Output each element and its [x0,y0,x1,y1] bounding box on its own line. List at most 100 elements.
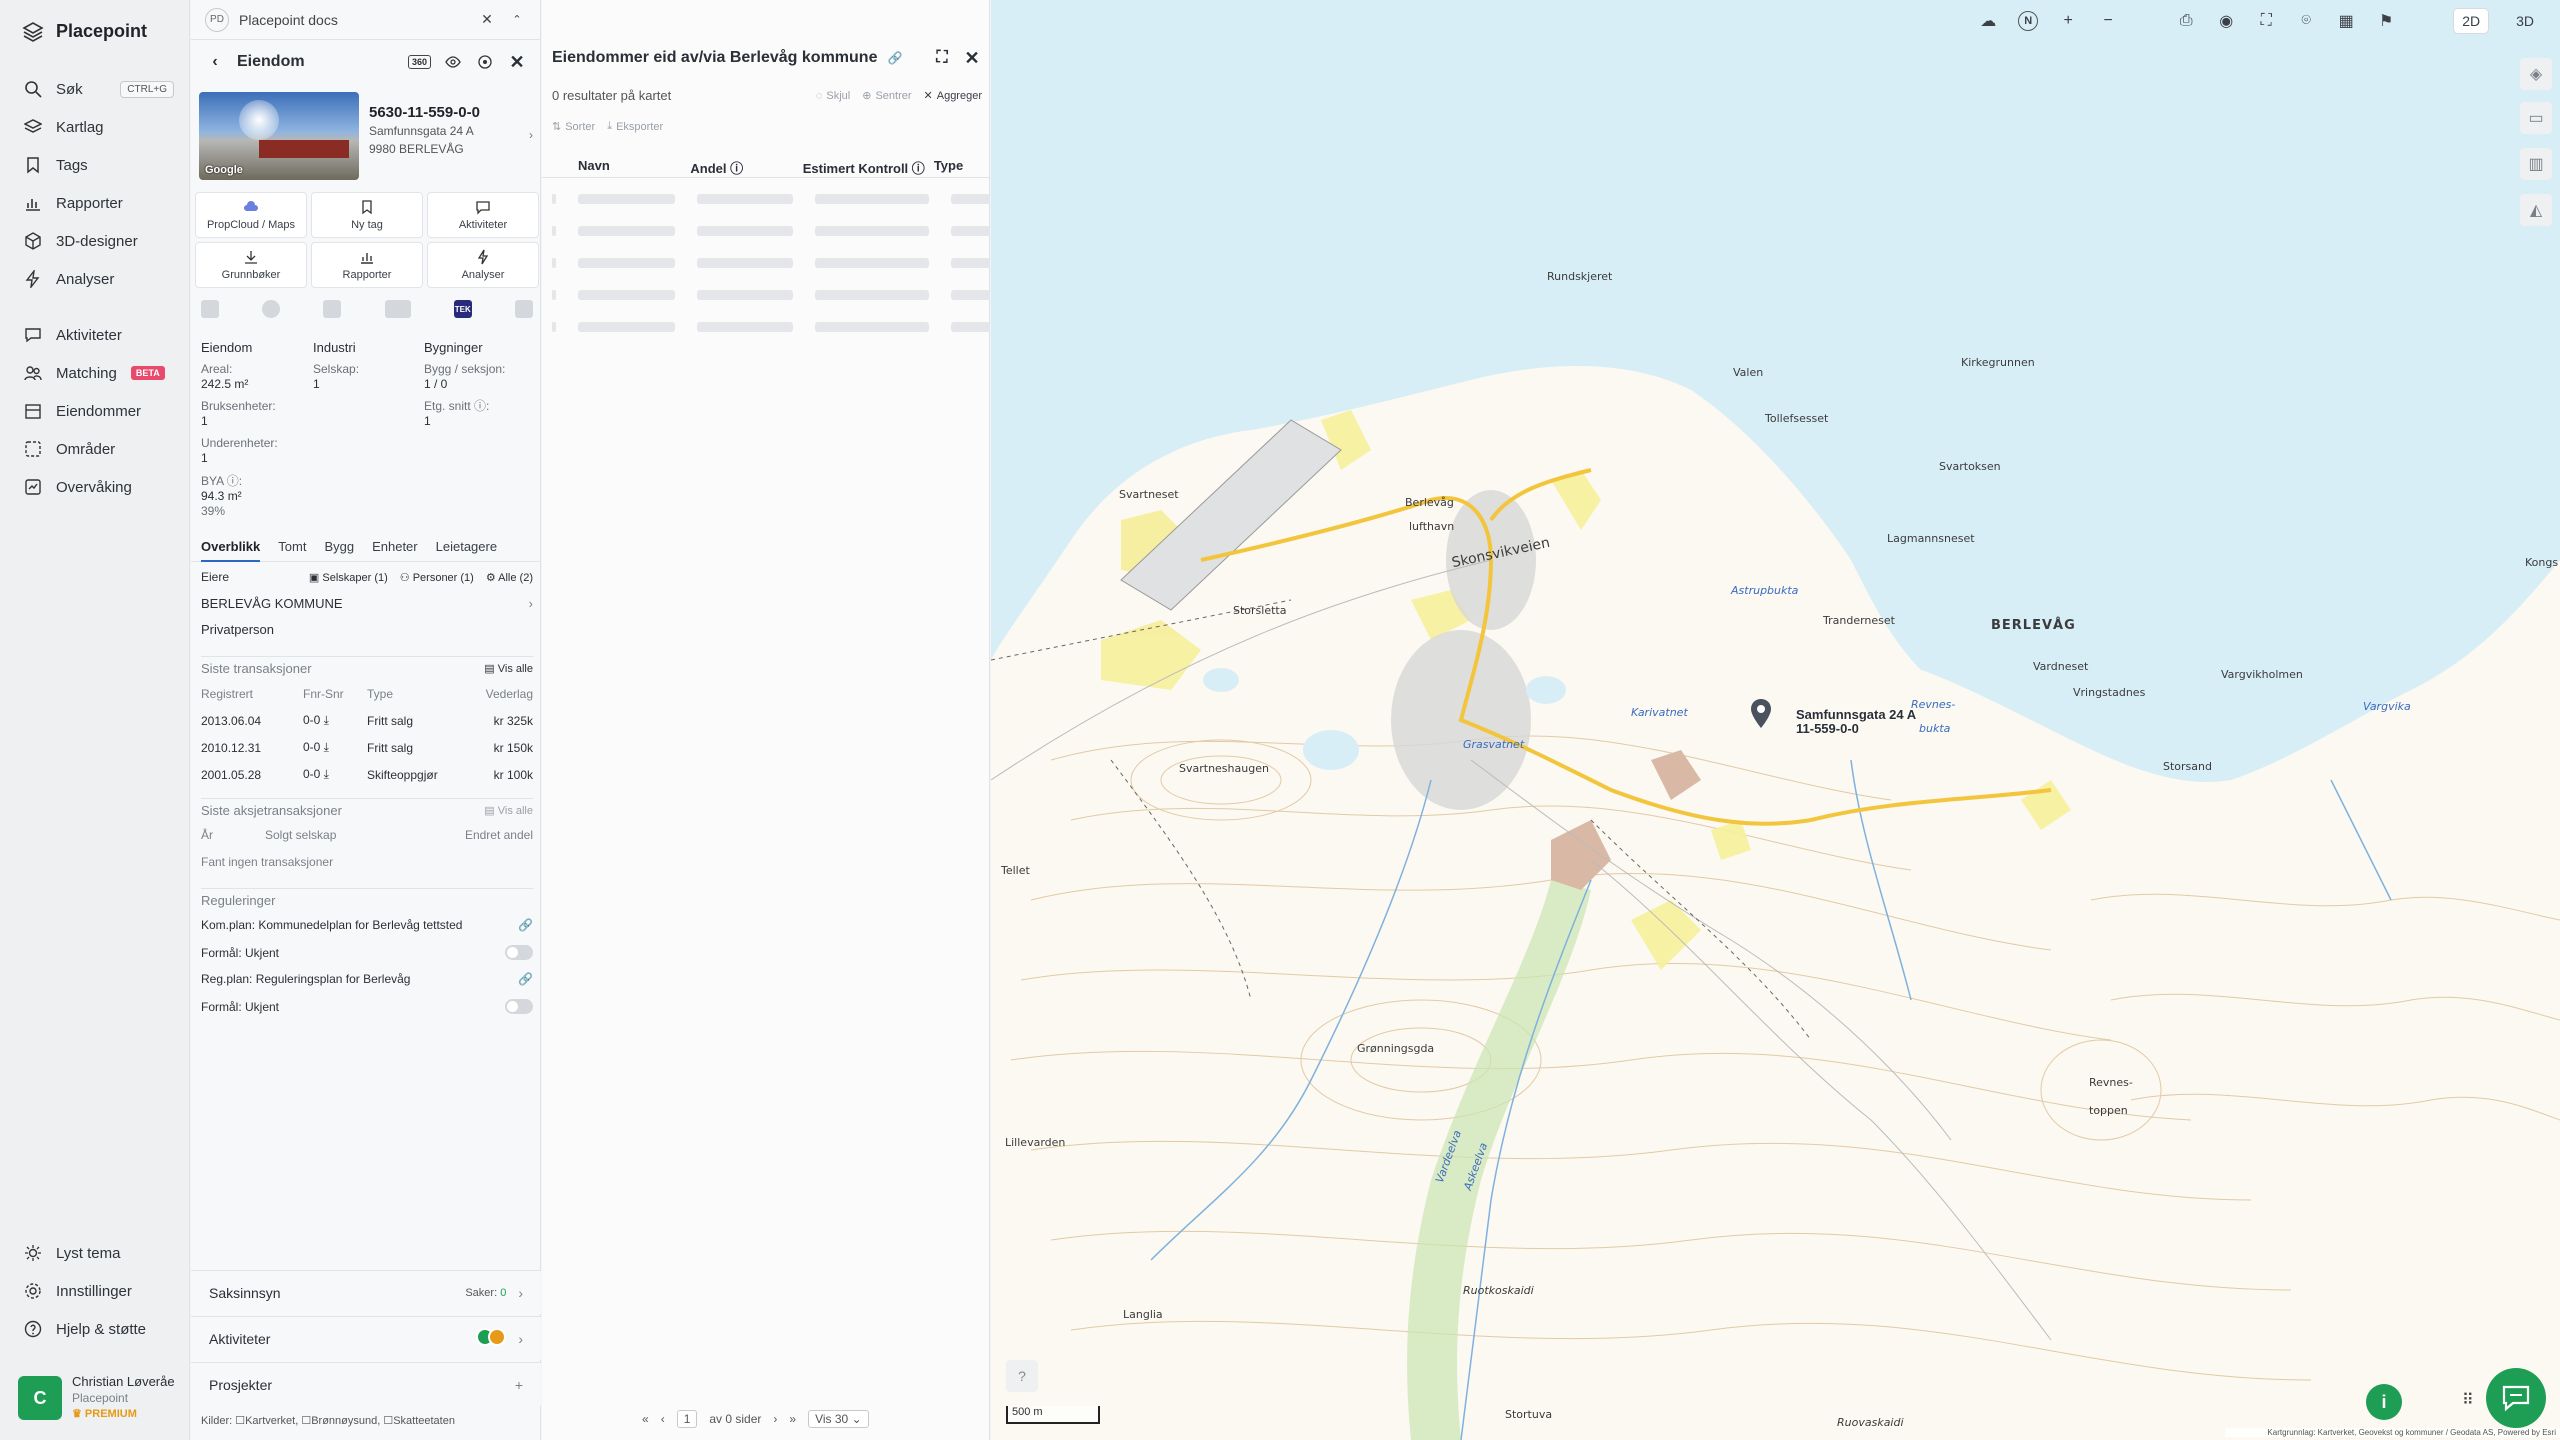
saksinnsyn-section[interactable]: Saksinnsyn Saker: 0 › [191,1270,541,1314]
col-type[interactable]: Type [934,152,990,177]
grid-icon[interactable]: ▦ [2336,11,2356,31]
reports-button[interactable]: Rapporter [311,242,423,288]
col-andel[interactable]: Andel ⓘ [690,152,802,177]
owner-row[interactable]: BERLEVÅG KOMMUNE › [201,596,533,611]
col-estimert-kontroll[interactable]: Estimert Kontroll ⓘ [803,152,934,177]
back-arrow-icon[interactable]: ‹ [205,52,225,72]
nav-item-light-theme[interactable]: Lyst tema [24,1240,174,1266]
tab-enheter[interactable]: Enheter [372,534,418,562]
filter-all[interactable]: ⚙ Alle (2) [486,571,533,584]
zoom-in-icon[interactable]: + [2058,11,2078,31]
nav-item-help[interactable]: Hjelp & støtte [24,1316,174,1342]
nav-item-rapporter[interactable]: Rapporter [24,190,174,216]
nav-item-3d-designer[interactable]: 3D-designer [24,228,174,254]
fullscreen-icon[interactable]: ⛶ [2256,11,2276,31]
compass-icon[interactable]: N [2018,11,2039,31]
fullscreen-icon[interactable]: ⛶ [932,48,952,68]
drag-handle-icon[interactable]: ⠿ [2462,1390,2474,1410]
center-button[interactable]: ⊕ Sentrer [862,89,911,103]
regulation-reg[interactable]: Reg.plan: Reguleringsplan for Berlevåg 🔗 [201,972,533,986]
map-pin-icon[interactable] [1749,698,1773,730]
target-icon[interactable] [475,52,495,72]
see-all-share-tx[interactable]: ▤ Vis alle [484,804,533,817]
filter-companies[interactable]: ▣ Selskaper (1) [309,571,388,584]
see-all-transactions[interactable]: ▤ Vis alle [484,662,533,675]
layer-icon[interactable] [514,300,533,318]
expand-collapse-icon[interactable]: ⌃ [507,10,527,30]
regulation-kom[interactable]: Kom.plan: Kommunedelplan for Berlevåg te… [201,918,533,932]
analysis-icon[interactable]: ◭ [2520,194,2552,226]
nav-item-settings[interactable]: Innstillinger [24,1278,174,1304]
view-2d-button[interactable]: 2D [2454,9,2489,33]
user-profile[interactable]: C Christian Løveråe Placepoint ♛ PREMIUM [18,1370,178,1426]
map-help-icon[interactable]: ? [1006,1360,1038,1392]
bookmark-icon[interactable]: ⚑ [2376,11,2396,31]
tab-tomt[interactable]: Tomt [278,534,306,562]
layer-icon[interactable] [323,300,342,318]
hide-button[interactable]: ◌ Skjul [816,90,850,102]
360-view-icon[interactable]: 360 [407,55,431,69]
sort-button[interactable]: ⇅ Sorter [552,120,595,134]
layer-icon[interactable] [384,300,411,318]
zoom-out-icon[interactable]: − [2098,11,2118,31]
link-icon[interactable]: 🔗 [887,51,902,65]
nav-item-eiendommer[interactable]: Eiendommer [24,398,174,424]
nav-item-matching[interactable]: Matching BETA [24,360,174,386]
view-3d-button[interactable]: 3D [2508,9,2542,33]
regulation-toggle[interactable] [505,999,533,1014]
close-icon[interactable]: ✕ [962,48,982,68]
chart-icon[interactable]: ▥ [2520,148,2552,180]
col-navn[interactable]: Navn [578,152,690,177]
table-row[interactable]: 2010.12.31 0-0 ⤓ Fritt salg kr 150k [201,734,533,761]
nav-item-tags[interactable]: Tags [24,152,174,178]
property-identity[interactable]: 5630-11-559-0-0 Samfunnsgata 24 A 9980 B… [369,104,539,158]
nav-item-search[interactable]: Søk CTRL+G [24,76,174,102]
prosjekter-section[interactable]: Prosjekter + [191,1362,541,1406]
layers-toggle-icon[interactable]: ☁ [1978,11,1998,31]
measure-icon[interactable]: ▭ [2520,102,2552,134]
close-doc-icon[interactable]: ✕ [477,10,497,30]
aggregate-button[interactable]: ✕ Aggreger [924,89,982,103]
link-icon[interactable]: 🔗 [518,918,533,932]
table-row[interactable]: 2001.05.28 0-0 ⤓ Skifteoppgjør kr 100k [201,761,533,788]
tab-bygg[interactable]: Bygg [324,534,354,562]
tek-icon[interactable]: TEK [453,300,472,318]
nav-item-aktiviteter[interactable]: Aktiviteter [24,322,174,348]
prev-page-icon[interactable]: ‹ [661,1412,665,1426]
map-canvas[interactable]: Rundskjeret Valen Kirkegrunnen Tollefses… [991,0,2560,1440]
new-tag-button[interactable]: Ny tag [311,192,423,238]
link-icon[interactable]: 🔗 [518,972,533,986]
regulation-toggle[interactable] [505,945,533,960]
filter-persons[interactable]: ⚇ Personer (1) [400,571,474,584]
eye-icon[interactable]: ◉ [2216,11,2236,31]
doc-tab[interactable]: PD Placepoint docs ✕ ⌃ [191,0,541,40]
info-icon[interactable]: i [2366,1384,2402,1420]
per-page-select[interactable]: Vis 30 ⌄ [808,1410,869,1428]
next-page-icon[interactable]: › [773,1412,777,1426]
eye-icon[interactable] [443,52,463,72]
close-icon[interactable]: ✕ [507,52,527,72]
chat-button[interactable] [2486,1368,2546,1428]
add-project-button[interactable]: + [515,1377,523,1393]
activities-button[interactable]: Aktiviteter [427,192,539,238]
nav-item-analyser[interactable]: Analyser [24,266,174,292]
print-icon[interactable]: ⎙ [2176,11,2196,31]
layer-icon[interactable] [201,300,219,318]
street-view-photo[interactable]: Google [199,92,359,180]
camera-icon[interactable]: ⌾ [2296,11,2316,31]
propcloud-button[interactable]: PropCloud / Maps [195,192,307,238]
nav-item-omrader[interactable]: Områder [24,436,174,462]
first-page-icon[interactable]: « [642,1412,649,1426]
layer-icon[interactable] [262,300,281,318]
page-input[interactable]: 1 [676,1410,698,1428]
nav-item-kartlag[interactable]: Kartlag [24,114,174,140]
land-registry-button[interactable]: Grunnbøker [195,242,307,288]
last-page-icon[interactable]: » [789,1412,796,1426]
export-button[interactable]: ⤓ Eksporter [607,120,663,133]
nav-item-overvaking[interactable]: Overvåking [24,474,174,500]
brand-logo[interactable]: Placepoint [22,20,147,42]
analyses-button[interactable]: Analyser [427,242,539,288]
tab-leietagere[interactable]: Leietagere [436,534,497,562]
map-style-icon[interactable]: ◈ [2520,58,2552,90]
aktiviteter-section[interactable]: Aktiviteter › [191,1316,541,1360]
